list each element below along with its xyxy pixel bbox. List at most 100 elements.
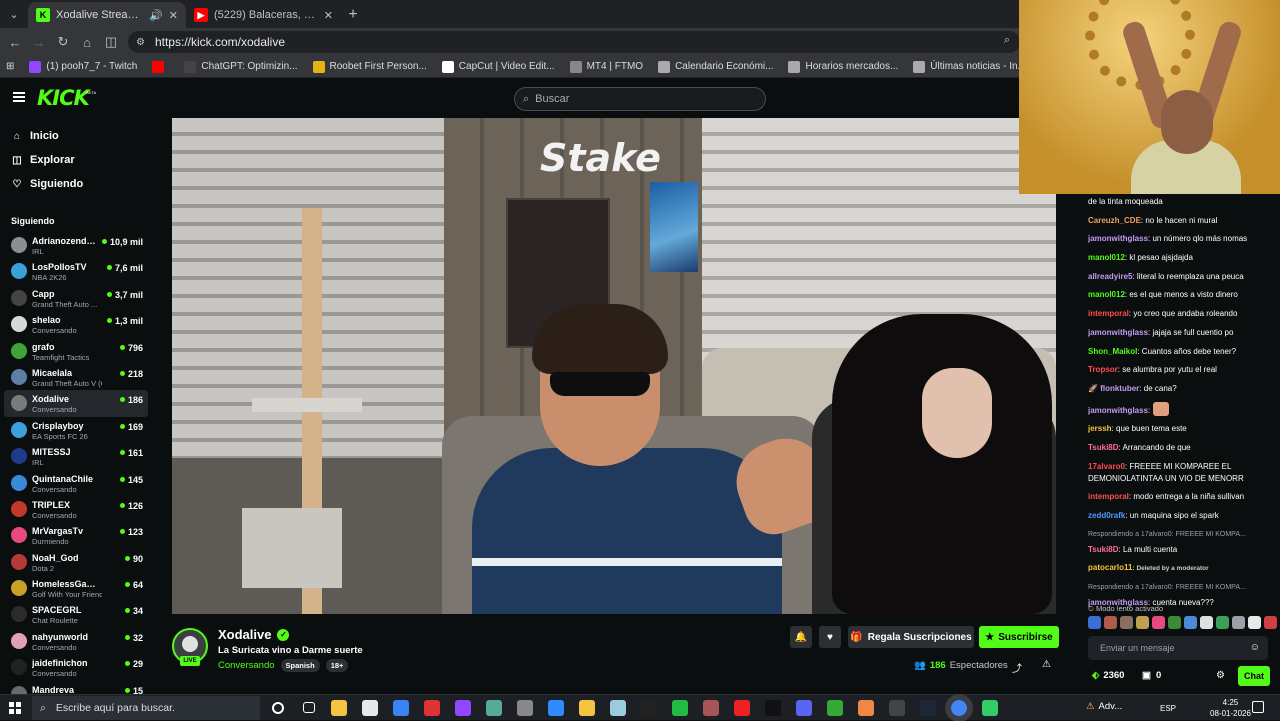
- clock[interactable]: 4:25 08-01-2026: [1210, 697, 1251, 719]
- follow-heart-icon[interactable]: ♥: [819, 626, 841, 648]
- chat-username[interactable]: jerssh: [1088, 424, 1112, 433]
- following-channel[interactable]: Mandreva 15: [0, 681, 152, 694]
- app-icon[interactable]: [672, 700, 688, 716]
- nav-siguiendo[interactable]: ♡ Siguiendo: [0, 172, 152, 196]
- following-channel[interactable]: SPACEGRL Chat Roulette 34: [0, 601, 152, 627]
- menu-icon[interactable]: [13, 92, 25, 102]
- capcut-icon[interactable]: [641, 700, 657, 716]
- home-icon[interactable]: ⌂: [75, 35, 99, 50]
- chat-username[interactable]: Tropsor: [1088, 365, 1118, 374]
- following-channel[interactable]: QuintanaChile Conversando 145: [0, 470, 152, 496]
- following-channel[interactable]: Adrianozendej... IRL 10,9 mil: [0, 232, 152, 258]
- emote-icon[interactable]: [1168, 616, 1181, 629]
- speaker-icon[interactable]: 🔊: [149, 9, 163, 22]
- bookmark-item[interactable]: CapCut | Video Edit...: [436, 60, 564, 73]
- close-tab-icon[interactable]: ✕: [324, 9, 333, 22]
- tag-language[interactable]: Spanish: [280, 659, 320, 672]
- steam-icon[interactable]: [920, 700, 936, 716]
- report-icon[interactable]: ⚠: [1042, 659, 1051, 670]
- following-channel[interactable]: nahyunworld Conversando 32: [0, 628, 152, 654]
- emote-icon[interactable]: [1216, 616, 1229, 629]
- file-icon[interactable]: [362, 700, 378, 716]
- browser-tab-kick[interactable]: K Xodalive Stream - Watch Li 🔊 ✕: [28, 2, 186, 28]
- chat-username[interactable]: manol012: [1088, 253, 1125, 262]
- chat-send-button[interactable]: Chat: [1238, 666, 1270, 686]
- following-channel[interactable]: Crisplayboy EA Sports FC 26 169: [0, 417, 152, 443]
- emote-icon[interactable]: [1232, 616, 1245, 629]
- following-channel[interactable]: shelao Conversando 1,3 mil: [0, 311, 152, 337]
- channel-name[interactable]: Xodalive ✓: [218, 627, 290, 642]
- app-icon[interactable]: [610, 700, 626, 716]
- emote-icon[interactable]: [1248, 616, 1261, 629]
- bookmark-item[interactable]: MT4 | FTMO: [564, 60, 652, 73]
- emoji-icon[interactable]: ☺: [1250, 642, 1260, 653]
- tiktok-icon[interactable]: [765, 700, 781, 716]
- chat-username[interactable]: flonktuber: [1100, 384, 1139, 393]
- chat-username[interactable]: Shon_Maikol: [1088, 347, 1137, 356]
- address-bar[interactable]: ⚙ https://kick.com/xodalive: [128, 31, 1020, 53]
- emote-icon[interactable]: [1088, 616, 1101, 629]
- app-icon[interactable]: [393, 700, 409, 716]
- kick-logo[interactable]: KICK: [37, 86, 90, 110]
- app-icon[interactable]: [889, 700, 905, 716]
- windows-start-icon[interactable]: [9, 702, 21, 714]
- tab-search-button[interactable]: ⌄: [0, 0, 28, 28]
- minecraft-icon[interactable]: [827, 700, 843, 716]
- bookmark-item[interactable]: Últimas noticias - In...: [907, 60, 1035, 73]
- following-channel[interactable]: NoaH_God Dota 2 90: [0, 549, 152, 575]
- discord-icon[interactable]: [796, 700, 812, 716]
- following-channel[interactable]: Capp Grand Theft Auto ... 3,7 mil: [0, 285, 152, 311]
- chat-username[interactable]: zedd0rafk: [1088, 511, 1125, 520]
- tag-mature[interactable]: 18+: [325, 659, 349, 672]
- app-icon[interactable]: [703, 700, 719, 716]
- app-icon[interactable]: [579, 700, 595, 716]
- app-icon[interactable]: [486, 700, 502, 716]
- chat-username[interactable]: Tsuki8D: [1088, 545, 1119, 554]
- channel-points[interactable]: ⬖ 2360: [1092, 670, 1124, 681]
- bookmark-item[interactable]: [146, 60, 178, 73]
- file-explorer-icon[interactable]: [331, 700, 347, 716]
- following-channel[interactable]: LosPollosTV NBA 2K26 7,6 mil: [0, 258, 152, 284]
- chat-username[interactable]: Tsuki8D: [1088, 443, 1119, 452]
- opera-icon[interactable]: [734, 700, 750, 716]
- following-channel[interactable]: MicaelalaGrand Theft Auto V (G... 218: [0, 364, 152, 390]
- chat-username[interactable]: jamonwithglass: [1088, 406, 1148, 415]
- chat-username[interactable]: 17alvaro0: [1088, 462, 1125, 471]
- language-indicator[interactable]: ESP: [1160, 704, 1176, 713]
- cortana-icon[interactable]: [272, 702, 284, 714]
- following-channel[interactable]: MrVargasTv Durmiendo 123: [0, 522, 152, 548]
- zoom-icon[interactable]: [548, 700, 564, 716]
- following-channel[interactable]: TRIPLEX Conversando 126: [0, 496, 152, 522]
- chat-username[interactable]: allreadyire5: [1088, 272, 1132, 281]
- taskbar-search[interactable]: ⌕ Escribe aquí para buscar.: [32, 696, 260, 720]
- chat-username[interactable]: jamonwithglass: [1088, 234, 1148, 243]
- sidepanel-icon[interactable]: ◫: [99, 34, 123, 50]
- emote-icon[interactable]: [1200, 616, 1213, 629]
- nav-explorar[interactable]: ◫ Explorar: [0, 148, 152, 172]
- apps-icon[interactable]: ⊞: [0, 61, 23, 72]
- zoom-icon[interactable]: ⌕: [995, 34, 1019, 47]
- emote-icon[interactable]: [1120, 616, 1133, 629]
- app-icon[interactable]: [424, 700, 440, 716]
- emote-icon[interactable]: [1104, 616, 1117, 629]
- drops-counter[interactable]: ▣ 0: [1142, 670, 1161, 681]
- browser-tab-youtube[interactable]: ▶ (5229) Balaceras, encerronas y a ✕: [186, 2, 341, 28]
- following-channel[interactable]: grafo Teamfight Tactics 796: [0, 338, 152, 364]
- emote-icon[interactable]: [1264, 616, 1277, 629]
- video-player[interactable]: Stake: [172, 118, 1056, 614]
- bookmark-item[interactable]: Horarios mercados...: [782, 60, 907, 73]
- following-channel[interactable]: jaidefinichon Conversando 29: [0, 654, 152, 680]
- twitch-icon[interactable]: [455, 700, 471, 716]
- chat-settings-icon[interactable]: ⚙: [1216, 670, 1225, 681]
- bookmark-item[interactable]: Calendario Económi...: [652, 60, 782, 73]
- emote-icon[interactable]: [1152, 616, 1165, 629]
- app-icon[interactable]: [982, 700, 998, 716]
- chat-username[interactable]: intemporal: [1088, 309, 1129, 318]
- chat-username[interactable]: Careuzh_CDE: [1088, 216, 1141, 225]
- search-input[interactable]: ⌕ Buscar: [514, 87, 766, 111]
- close-tab-icon[interactable]: ✕: [169, 9, 178, 22]
- chat-input[interactable]: Enviar un mensaje ☺: [1088, 636, 1268, 660]
- following-channel[interactable]: Xodalive Conversando 186: [4, 390, 148, 417]
- following-channel[interactable]: HomelessGambler69Golf With Your Friends 6…: [0, 575, 152, 601]
- chrome-icon[interactable]: [951, 700, 967, 716]
